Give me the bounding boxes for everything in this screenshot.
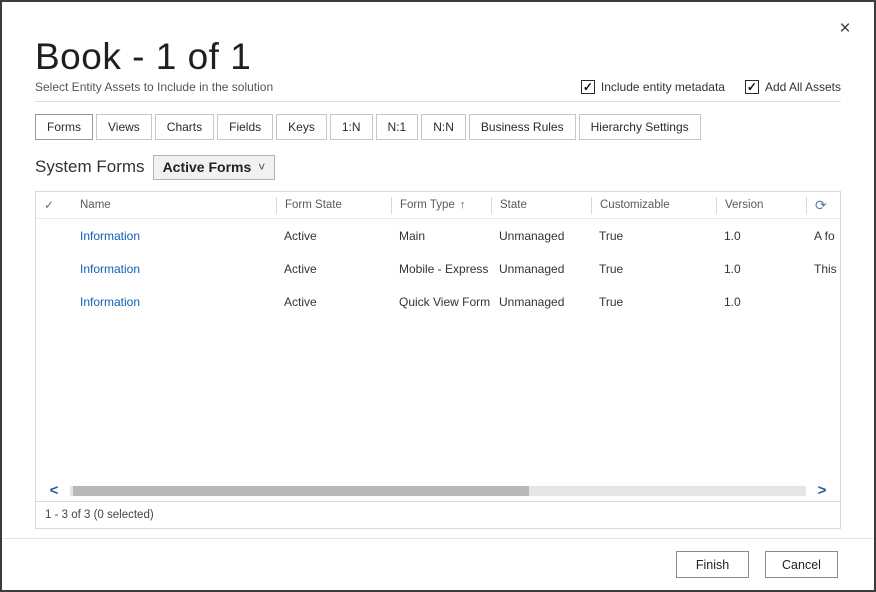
tab-charts[interactable]: Charts <box>155 114 214 140</box>
form-name-link[interactable]: Information <box>80 295 140 309</box>
column-header-form-state[interactable]: Form State <box>276 197 391 214</box>
page-title: Book - 1 of 1 <box>35 36 841 78</box>
dialog-subtitle: Select Entity Assets to Include in the s… <box>35 80 273 94</box>
tab-n1[interactable]: N:1 <box>376 114 419 140</box>
column-label: Name <box>80 199 111 211</box>
column-label: Form Type <box>400 199 455 211</box>
cancel-button[interactable]: Cancel <box>765 551 838 578</box>
customizable-cell: True <box>591 262 716 276</box>
column-header-version[interactable]: Version <box>716 197 806 214</box>
horizontal-scrollbar: < > <box>36 481 840 501</box>
checkmark-glyph: ✓ <box>583 81 593 93</box>
sort-ascending-icon: ↑ <box>460 199 466 211</box>
checkbox-checked-icon: ✓ <box>581 80 595 94</box>
column-header-description[interactable]: ⟳ <box>806 197 840 214</box>
column-header-customizable[interactable]: Customizable <box>591 197 716 214</box>
scroll-left-icon[interactable]: < <box>46 483 62 499</box>
system-forms-label: System Forms <box>35 157 145 177</box>
form-state-cell: Active <box>276 229 391 243</box>
customizable-cell: True <box>591 295 716 309</box>
record-count-status: 1 - 3 of 3 (0 selected) <box>36 501 840 528</box>
tab-hierarchy-settings[interactable]: Hierarchy Settings <box>579 114 701 140</box>
table-row[interactable]: Information Active Quick View Form Unman… <box>36 285 840 318</box>
forms-grid: ✓ Name Form State Form Type ↑ State Custo… <box>35 191 841 529</box>
scroll-right-icon[interactable]: > <box>814 483 830 499</box>
select-all-column-header[interactable]: ✓ <box>36 197 72 214</box>
add-all-assets-checkbox[interactable]: ✓ Add All Assets <box>745 80 841 94</box>
checkmark-glyph: ✓ <box>747 81 757 93</box>
tab-forms[interactable]: Forms <box>35 114 93 140</box>
add-all-assets-label: Add All Assets <box>765 80 841 94</box>
table-row[interactable]: Information Active Mobile - Express Unma… <box>36 252 840 285</box>
form-filter-value: Active Forms <box>163 159 252 175</box>
customizable-cell: True <box>591 229 716 243</box>
options-group: ✓ Include entity metadata ✓ Add All Asse… <box>581 80 841 94</box>
dialog-footer: Finish Cancel <box>2 538 874 590</box>
column-label: Customizable <box>600 199 670 211</box>
grid-header: ✓ Name Form State Form Type ↑ State Custo… <box>36 192 840 219</box>
close-icon[interactable]: × <box>832 16 858 42</box>
version-cell: 1.0 <box>716 295 806 309</box>
form-filter-dropdown[interactable]: Active Forms ˅ <box>153 155 276 180</box>
subtitle-row: Select Entity Assets to Include in the s… <box>35 80 841 102</box>
state-cell: Unmanaged <box>491 295 591 309</box>
column-label: Version <box>725 199 763 211</box>
finish-button[interactable]: Finish <box>676 551 749 578</box>
scrollbar-thumb[interactable] <box>73 486 529 496</box>
asset-tabs: Forms Views Charts Fields Keys 1:N N:1 N… <box>35 114 841 140</box>
description-cell: This <box>806 262 840 276</box>
description-cell: A fo <box>806 229 840 243</box>
form-type-cell: Mobile - Express <box>391 262 491 276</box>
form-name-link[interactable]: Information <box>80 229 140 243</box>
table-row[interactable]: Information Active Main Unmanaged True 1… <box>36 219 840 252</box>
filter-row: System Forms Active Forms ˅ <box>35 152 841 182</box>
tab-nn[interactable]: N:N <box>421 114 466 140</box>
form-name-link[interactable]: Information <box>80 262 140 276</box>
form-type-cell: Main <box>391 229 491 243</box>
version-cell: 1.0 <box>716 262 806 276</box>
scrollbar-track[interactable] <box>70 486 806 496</box>
include-entity-metadata-label: Include entity metadata <box>601 80 725 94</box>
tab-keys[interactable]: Keys <box>276 114 327 140</box>
column-label: Form State <box>285 199 342 211</box>
form-state-cell: Active <box>276 262 391 276</box>
column-header-form-type[interactable]: Form Type ↑ <box>391 197 491 214</box>
state-cell: Unmanaged <box>491 262 591 276</box>
include-entity-metadata-checkbox[interactable]: ✓ Include entity metadata <box>581 80 725 94</box>
tab-1n[interactable]: 1:N <box>330 114 373 140</box>
tab-views[interactable]: Views <box>96 114 152 140</box>
grid-empty-area <box>36 318 840 481</box>
state-cell: Unmanaged <box>491 229 591 243</box>
version-cell: 1.0 <box>716 229 806 243</box>
chevron-down-icon: ˅ <box>258 160 265 174</box>
form-type-cell: Quick View Form <box>391 295 491 309</box>
column-label: State <box>500 199 527 211</box>
check-icon: ✓ <box>44 198 54 212</box>
refresh-icon[interactable]: ⟳ <box>815 197 827 214</box>
column-header-name[interactable]: Name <box>72 197 276 214</box>
tab-fields[interactable]: Fields <box>217 114 273 140</box>
form-state-cell: Active <box>276 295 391 309</box>
tab-business-rules[interactable]: Business Rules <box>469 114 576 140</box>
column-header-state[interactable]: State <box>491 197 591 214</box>
checkbox-checked-icon: ✓ <box>745 80 759 94</box>
add-assets-dialog: × Book - 1 of 1 Select Entity Assets to … <box>0 0 876 592</box>
